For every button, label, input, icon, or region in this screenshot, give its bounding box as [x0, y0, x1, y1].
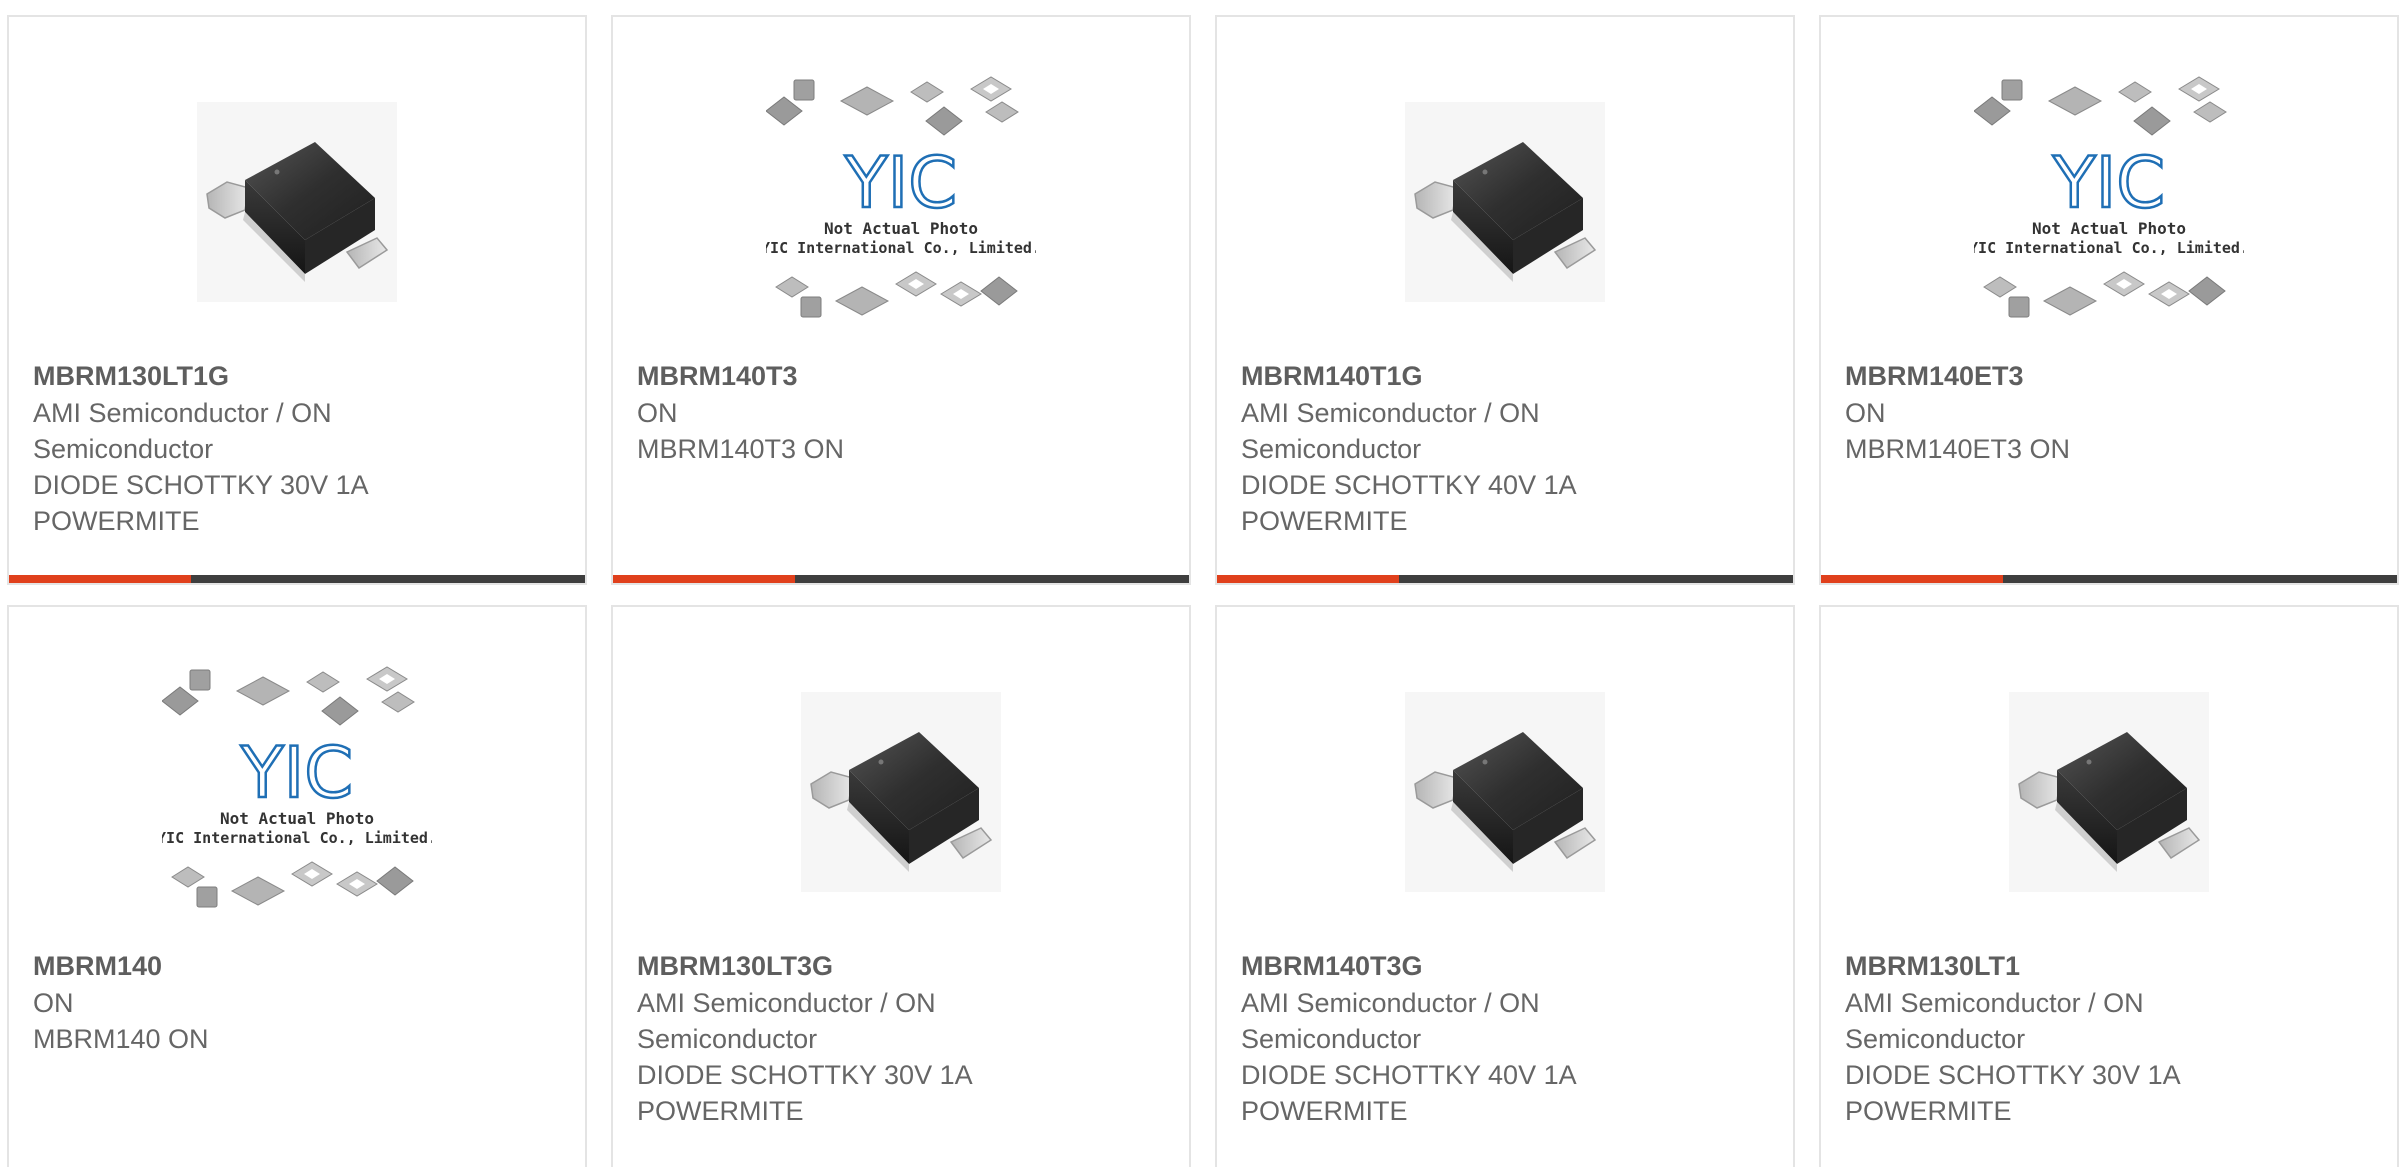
product-card-mbrm140t3[interactable]: YIC Not Actual Photo YIC International Co.… [611, 15, 1191, 585]
description-line-1: DIODE SCHOTTKY 30V 1A [637, 1060, 973, 1090]
company-name-text: YIC International Co., Limited. [162, 829, 432, 847]
card-accent-bar [1821, 575, 2003, 583]
product-card-mbrm140et3[interactable]: YIC Not Actual Photo YIC International Co.… [1819, 15, 2399, 585]
manufacturer-line-1: AMI Semiconductor / ON [33, 398, 332, 428]
part-number-link[interactable]: MBRM130LT1G [33, 357, 561, 395]
card-bottom-bar [9, 575, 585, 583]
product-image[interactable]: YIC Not Actual Photo YIC International Co.… [613, 72, 1189, 362]
description-line-1: DIODE SCHOTTKY 40V 1A [1241, 1060, 1577, 1090]
card-bottom-bar [1821, 575, 2397, 583]
diode-photo-icon [197, 102, 397, 302]
product-image[interactable] [1821, 662, 2397, 952]
product-card-mbrm130lt3g[interactable]: MBRM130LT3G AMI Semiconductor / ON Semic… [611, 605, 1191, 1167]
company-name-text: YIC International Co., Limited. [766, 239, 1036, 257]
description-line-2: POWERMITE [1241, 506, 1408, 536]
manufacturer-line-1: ON [1845, 398, 1886, 428]
description-line-2: POWERMITE [637, 1096, 804, 1126]
part-number-link[interactable]: MBRM140T3G [1241, 947, 1769, 985]
manufacturer-line-2: Semiconductor [33, 434, 214, 464]
placeholder-photo-icon: YICNot Actual PhotoYIC International Co.… [162, 666, 432, 908]
product-info: MBRM140T1G AMI Semiconductor / ON Semico… [1241, 357, 1769, 539]
product-image[interactable]: YIC Not Actual Photo YIC International Co.… [9, 662, 585, 952]
description-line-2: POWERMITE [1845, 1096, 2012, 1126]
product-info: MBRM130LT1G AMI Semiconductor / ON Semic… [33, 357, 561, 539]
manufacturer-line-1: AMI Semiconductor / ON [637, 988, 936, 1018]
description-line-1: DIODE SCHOTTKY 40V 1A [1241, 470, 1577, 500]
manufacturer-line-2: Semiconductor [637, 1024, 818, 1054]
product-image[interactable] [613, 662, 1189, 952]
manufacturer-line-2: Semiconductor [1241, 1024, 1422, 1054]
not-actual-photo-text: Not Actual Photo [220, 809, 374, 828]
placeholder-photo-icon: YICNot Actual PhotoYIC International Co.… [1974, 76, 2244, 318]
part-number-link[interactable]: MBRM140 [33, 947, 561, 985]
description-line-2: POWERMITE [1241, 1096, 1408, 1126]
product-info: MBRM130LT3G AMI Semiconductor / ON Semic… [637, 947, 1165, 1129]
product-card-mbrm140[interactable]: YIC Not Actual Photo YIC International Co.… [7, 605, 587, 1167]
description-line-1: MBRM140ET3 ON [1845, 434, 2071, 464]
manufacturer-line-2: Semiconductor [1241, 434, 1422, 464]
product-card-mbrm140t1g[interactable]: MBRM140T1G AMI Semiconductor / ON Semico… [1215, 15, 1795, 585]
not-actual-photo-text: Not Actual Photo [824, 219, 978, 238]
product-info: MBRM140 ON MBRM140 ON [33, 947, 561, 1057]
product-info: MBRM140T3 ON MBRM140T3 ON [637, 357, 1165, 467]
part-number-link[interactable]: MBRM130LT1 [1845, 947, 2373, 985]
description-line-1: MBRM140T3 ON [637, 434, 845, 464]
diode-photo-icon [801, 692, 1001, 892]
description-line-1: DIODE SCHOTTKY 30V 1A [1845, 1060, 2181, 1090]
product-info: MBRM130LT1 AMI Semiconductor / ON Semico… [1845, 947, 2373, 1129]
card-bottom-bar [1217, 575, 1793, 583]
manufacturer-line-1: AMI Semiconductor / ON [1241, 988, 1540, 1018]
product-image[interactable]: YIC Not Actual Photo YIC International Co.… [1821, 72, 2397, 362]
yic-logo-text: YIC [844, 142, 957, 224]
card-accent-bar [1217, 575, 1399, 583]
diode-photo-icon [1405, 692, 1605, 892]
product-image[interactable] [1217, 72, 1793, 362]
manufacturer-line-1: AMI Semiconductor / ON [1845, 988, 2144, 1018]
yic-logo-text: YIC [240, 732, 353, 814]
product-image[interactable] [1217, 662, 1793, 952]
product-card-mbrm130lt1[interactable]: MBRM130LT1 AMI Semiconductor / ON Semico… [1819, 605, 2399, 1167]
product-card-mbrm140t3g[interactable]: MBRM140T3G AMI Semiconductor / ON Semico… [1215, 605, 1795, 1167]
card-accent-bar [9, 575, 191, 583]
card-bottom-bar [613, 575, 1189, 583]
manufacturer-line-1: AMI Semiconductor / ON [1241, 398, 1540, 428]
card-accent-bar [613, 575, 795, 583]
manufacturer-line-2: Semiconductor [1845, 1024, 2026, 1054]
yic-logo-text: YIC [2052, 142, 2165, 224]
placeholder-photo-icon: YICNot Actual PhotoYIC International Co.… [766, 76, 1036, 318]
diode-photo-icon [2009, 692, 2209, 892]
product-image[interactable] [9, 72, 585, 362]
manufacturer-line-1: ON [637, 398, 678, 428]
product-info: MBRM140ET3 ON MBRM140ET3 ON [1845, 357, 2373, 467]
product-grid: MBRM130LT1G AMI Semiconductor / ON Semic… [0, 0, 2400, 1167]
description-line-1: DIODE SCHOTTKY 30V 1A [33, 470, 369, 500]
diode-photo-icon [1405, 102, 1605, 302]
part-number-link[interactable]: MBRM130LT3G [637, 947, 1165, 985]
description-line-2: POWERMITE [33, 506, 200, 536]
manufacturer-line-1: ON [33, 988, 74, 1018]
product-card-mbrm130lt1g[interactable]: MBRM130LT1G AMI Semiconductor / ON Semic… [7, 15, 587, 585]
part-number-link[interactable]: MBRM140ET3 [1845, 357, 2373, 395]
not-actual-photo-text: Not Actual Photo [2032, 219, 2186, 238]
part-number-link[interactable]: MBRM140T1G [1241, 357, 1769, 395]
description-line-1: MBRM140 ON [33, 1024, 209, 1054]
product-info: MBRM140T3G AMI Semiconductor / ON Semico… [1241, 947, 1769, 1129]
part-number-link[interactable]: MBRM140T3 [637, 357, 1165, 395]
company-name-text: YIC International Co., Limited. [1974, 239, 2244, 257]
